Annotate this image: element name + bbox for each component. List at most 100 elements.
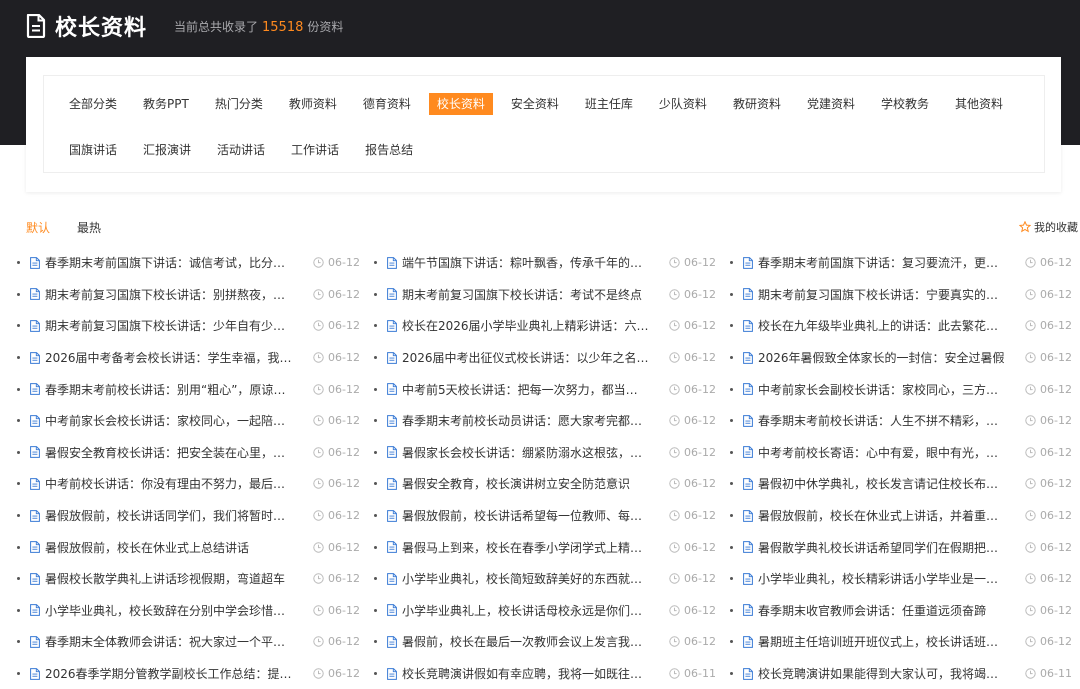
item-title[interactable]: 期末考前复习国旗下校长讲话：宁要真实的分数	[758, 286, 1005, 303]
list-item[interactable]: 春季期末考前国旗下讲话：诚信考试，比分数更重要	[17, 247, 292, 279]
item-title[interactable]: 校长在九年级毕业典礼上的讲话：此去繁花似锦	[758, 317, 1005, 334]
category-item[interactable]: 全部分类	[69, 93, 117, 115]
item-title[interactable]: 小学毕业典礼，校长简短致辞美好的东西就在前方	[402, 570, 649, 587]
list-item[interactable]: 小学毕业典礼，校长致辞在分别中学会珍惜友情	[17, 595, 292, 627]
list-item[interactable]: 中考前家长会校长讲话：家校同心，一起陪伴孩子	[17, 405, 292, 437]
item-title[interactable]: 暑假放假前，校长讲话同学们，我们将暂时告别校园	[45, 507, 292, 524]
list-item[interactable]: 期末考前复习国旗下校长讲话：别拼熬夜，要讲方法	[17, 279, 292, 311]
list-item[interactable]: 期末考前复习国旗下校长讲话：考试不是终点	[374, 279, 649, 311]
list-item[interactable]: 中考前校长讲话：你没有理由不努力，最后冲刺	[17, 468, 292, 500]
item-title[interactable]: 春季期末全体教师会讲话：祝大家过一个平安假期	[45, 633, 292, 650]
item-title[interactable]: 期末考前复习国旗下校长讲话：别拼熬夜，要讲方法	[45, 286, 292, 303]
item-title[interactable]: 中考前家长会校长讲话：家校同心，一起陪伴孩子	[45, 412, 292, 429]
category-item[interactable]: 安全资料	[511, 93, 559, 115]
item-title[interactable]: 暑假散学典礼校长讲话希望同学们在假期把握自己	[758, 539, 1005, 556]
category-item[interactable]: 德育资料	[363, 93, 411, 115]
category-item[interactable]: 教研资料	[733, 93, 781, 115]
item-title[interactable]: 暑假放假前，校长在休业式上讲话，并着重强调安全	[758, 507, 1005, 524]
list-item[interactable]: 校长竞聘演讲如果能得到大家认可，我将竭尽全力	[730, 658, 1005, 689]
item-title[interactable]: 暑假前，校长在最后一次教师会议上发言我们的收获	[402, 633, 649, 650]
item-title[interactable]: 小学毕业典礼，校长致辞在分别中学会珍惜友情	[45, 602, 292, 619]
list-item[interactable]: 暑假放假前，校长在休业式上讲话，并着重强调安全	[730, 500, 1005, 532]
item-title[interactable]: 小学毕业典礼，校长精彩讲话小学毕业是一个新起点	[758, 570, 1005, 587]
item-title[interactable]: 暑假家长会校长讲话：绷紧防溺水这根弦，守护生命	[402, 444, 649, 461]
list-item[interactable]: 暑假安全教育校长讲话：把安全装在心里，时刻不忘	[17, 437, 292, 469]
list-item[interactable]: 校长在2026届小学毕业典礼上精彩讲话：六年时光	[374, 310, 649, 342]
category-item[interactable]: 其他资料	[955, 93, 1003, 115]
list-item[interactable]: 暑假初中休学典礼，校长发言请记住校长布置的作业	[730, 468, 1005, 500]
item-title[interactable]: 端午节国旗下讲话：粽叶飘香，传承千年的文化	[402, 254, 649, 271]
list-item[interactable]: 春季期末收官教师会讲话：任重道远须奋蹄	[730, 595, 1005, 627]
item-title[interactable]: 春季期末收官教师会讲话：任重道远须奋蹄	[758, 602, 1005, 619]
category-item[interactable]: 报告总结	[365, 139, 413, 161]
brand[interactable]: 校长资料	[26, 10, 147, 42]
item-title[interactable]: 小学毕业典礼上，校长讲话母校永远是你们的家	[402, 602, 649, 619]
item-title[interactable]: 暑假放假前，校长讲话希望每一位教师、每一位同学	[402, 507, 649, 524]
category-item[interactable]: 少队资料	[659, 93, 707, 115]
item-title[interactable]: 春季期末考前校长动员讲话：愿大家考完都能微笑	[402, 412, 649, 429]
list-item[interactable]: 校长竞聘演讲假如有幸应聘，我将一如既往地工作	[374, 658, 649, 689]
category-item[interactable]: 校长资料	[428, 93, 493, 115]
list-item[interactable]: 春季期末考前国旗下讲话：复习要流汗，更要用心	[730, 247, 1005, 279]
list-item[interactable]: 校长在九年级毕业典礼上的讲话：此去繁花似锦	[730, 310, 1005, 342]
item-title[interactable]: 中考前5天校长讲话：把每一次努力，都当作最后一次	[402, 381, 649, 398]
item-title[interactable]: 中考考前校长寄语：心中有爱，眼中有光，脚下有路	[758, 444, 1005, 461]
item-title[interactable]: 校长竞聘演讲假如有幸应聘，我将一如既往地工作	[402, 665, 649, 682]
category-item[interactable]: 班主任库	[585, 93, 633, 115]
list-item[interactable]: 暑假散学典礼校长讲话希望同学们在假期把握自己	[730, 531, 1005, 563]
list-item[interactable]: 暑假放假前，校长讲话同学们，我们将暂时告别校园	[17, 500, 292, 532]
list-item[interactable]: 暑假家长会校长讲话：绷紧防溺水这根弦，守护生命	[374, 437, 649, 469]
item-title[interactable]: 春季期末考前校长讲话：别用“粗心”，原谅自己	[45, 381, 292, 398]
list-item[interactable]: 小学毕业典礼，校长简短致辞美好的东西就在前方	[374, 563, 649, 595]
list-item[interactable]: 2026年暑假致全体家长的一封信：安全过暑假	[730, 342, 1005, 374]
item-title[interactable]: 暑假放假前，校长在休业式上总结讲话	[45, 539, 292, 556]
category-item[interactable]: 教务PPT	[143, 93, 189, 115]
list-item[interactable]: 春季期末全体教师会讲话：祝大家过一个平安假期	[17, 626, 292, 658]
item-title[interactable]: 暑假校长散学典礼上讲话珍视假期，弯道超车	[45, 570, 292, 587]
sort-default-tab[interactable]: 默认	[26, 219, 50, 236]
category-item[interactable]: 活动讲话	[217, 139, 265, 161]
category-item[interactable]: 教师资料	[289, 93, 337, 115]
item-title[interactable]: 春季期末考前校长讲话：人生不拼不精彩，奋斗无悔	[758, 412, 1005, 429]
list-item[interactable]: 暑假安全教育，校长演讲树立安全防范意识	[374, 468, 649, 500]
item-title[interactable]: 期末考前复习国旗下校长讲话：考试不是终点	[402, 286, 649, 303]
item-title[interactable]: 校长在2026届小学毕业典礼上精彩讲话：六年时光	[402, 317, 649, 334]
item-title[interactable]: 春季期末考前国旗下讲话：复习要流汗，更要用心	[758, 254, 1005, 271]
list-item[interactable]: 暑假放假前，校长讲话希望每一位教师、每一位同学	[374, 500, 649, 532]
item-title[interactable]: 期末考前复习国旗下校长讲话：少年自有少年狂	[45, 317, 292, 334]
item-title[interactable]: 2026年暑假致全体家长的一封信：安全过暑假	[758, 349, 1005, 366]
list-item[interactable]: 春季期末考前校长讲话：别用“粗心”，原谅自己	[17, 373, 292, 405]
list-item[interactable]: 暑假前，校长在最后一次教师会议上发言我们的收获	[374, 626, 649, 658]
list-item[interactable]: 小学毕业典礼，校长精彩讲话小学毕业是一个新起点	[730, 563, 1005, 595]
item-title[interactable]: 暑期班主任培训班开班仪式上，校长讲话班主任	[758, 633, 1005, 650]
list-item[interactable]: 2026春季学期分管教学副校长工作总结：提质增效	[17, 658, 292, 689]
list-item[interactable]: 期末考前复习国旗下校长讲话：少年自有少年狂	[17, 310, 292, 342]
favorites-link[interactable]: 我的收藏	[1019, 219, 1078, 235]
list-item[interactable]: 春季期末考前校长动员讲话：愿大家考完都能微笑	[374, 405, 649, 437]
list-item[interactable]: 中考前5天校长讲话：把每一次努力，都当作最后一次	[374, 373, 649, 405]
category-item[interactable]: 学校教务	[881, 93, 929, 115]
item-title[interactable]: 暑假马上到来，校长在春季小学闭学式上精彩讲话	[402, 539, 649, 556]
list-item[interactable]: 暑假马上到来，校长在春季小学闭学式上精彩讲话	[374, 531, 649, 563]
list-item[interactable]: 小学毕业典礼上，校长讲话母校永远是你们的家	[374, 595, 649, 627]
item-title[interactable]: 春季期末考前国旗下讲话：诚信考试，比分数更重要	[45, 254, 292, 271]
item-title[interactable]: 2026届中考出征仪式校长讲话：以少年之名出征	[402, 349, 649, 366]
list-item[interactable]: 暑假放假前，校长在休业式上总结讲话	[17, 531, 292, 563]
item-title[interactable]: 暑假安全教育校长讲话：把安全装在心里，时刻不忘	[45, 444, 292, 461]
list-item[interactable]: 端午节国旗下讲话：粽叶飘香，传承千年的文化	[374, 247, 649, 279]
category-item[interactable]: 国旗讲话	[69, 139, 117, 161]
list-item[interactable]: 中考前家长会副校长讲话：家校同心，三方合力	[730, 373, 1005, 405]
list-item[interactable]: 暑假校长散学典礼上讲话珍视假期，弯道超车	[17, 563, 292, 595]
list-item[interactable]: 2026届中考出征仪式校长讲话：以少年之名出征	[374, 342, 649, 374]
item-title[interactable]: 2026春季学期分管教学副校长工作总结：提质增效	[45, 665, 292, 682]
sort-hot-tab[interactable]: 最热	[77, 219, 101, 236]
item-title[interactable]: 暑假安全教育，校长演讲树立安全防范意识	[402, 475, 649, 492]
list-item[interactable]: 2026届中考备考会校长讲话：学生幸福，我们的初心	[17, 342, 292, 374]
item-title[interactable]: 暑假初中休学典礼，校长发言请记住校长布置的作业	[758, 475, 1005, 492]
category-item[interactable]: 党建资料	[807, 93, 855, 115]
item-title[interactable]: 中考前家长会副校长讲话：家校同心，三方合力	[758, 381, 1005, 398]
item-title[interactable]: 2026届中考备考会校长讲话：学生幸福，我们的初心	[45, 349, 292, 366]
list-item[interactable]: 中考考前校长寄语：心中有爱，眼中有光，脚下有路	[730, 437, 1005, 469]
category-item[interactable]: 热门分类	[215, 93, 263, 115]
list-item[interactable]: 暑期班主任培训班开班仪式上，校长讲话班主任	[730, 626, 1005, 658]
